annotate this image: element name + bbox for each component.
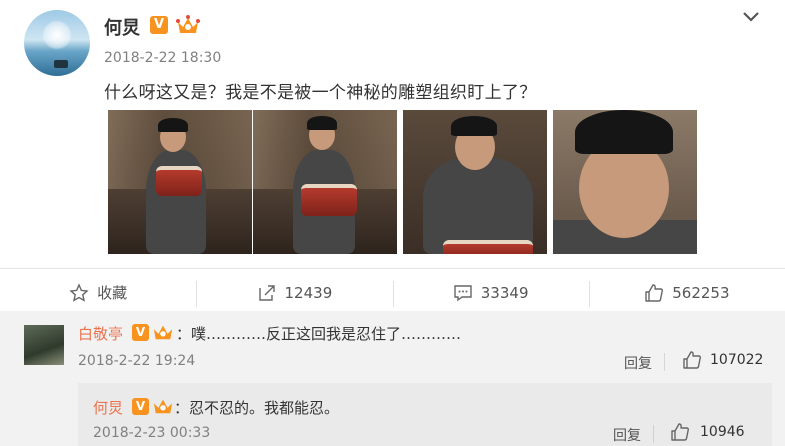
post-timestamp[interactable]: 2018-2-22 18:30 — [104, 50, 221, 66]
comment-count: 33349 — [480, 283, 529, 302]
repost-button[interactable]: 12439 — [196, 269, 392, 316]
thumbs-up-icon — [683, 351, 701, 369]
post-image-1[interactable] — [108, 110, 252, 254]
reply-like-button[interactable]: 10946 — [670, 422, 745, 442]
post-image-4[interactable] — [553, 110, 697, 254]
comment-text: ：噗…………反正这回我是忍住了………… — [176, 325, 462, 343]
reply-reply-button[interactable]: 回复 — [613, 425, 641, 445]
author-name[interactable]: 何炅 — [104, 14, 140, 40]
comment-like-count: 107022 — [710, 352, 764, 368]
reply-timestamp: 2018-2-23 00:33 — [93, 425, 211, 441]
comment-button[interactable]: 33349 — [392, 269, 589, 316]
thumbs-up-icon — [671, 423, 689, 441]
favorite-button[interactable]: 收藏 — [0, 269, 196, 316]
commenter-name[interactable]: 白敬亭 — [78, 323, 123, 344]
post-image-3[interactable] — [403, 110, 547, 254]
author-avatar[interactable] — [24, 10, 90, 76]
repost-count: 12439 — [284, 283, 333, 302]
like-count: 562253 — [672, 283, 730, 302]
crown-icon — [153, 325, 173, 340]
share-icon — [258, 284, 275, 301]
nested-reply: 何炅 V ：忍不忍的。我都能忍。 2018-2-23 00:33 回复 1094… — [78, 383, 772, 446]
favorite-label: 收藏 — [97, 284, 128, 302]
comment-like-button[interactable]: 107022 — [682, 350, 763, 370]
comment-icon — [454, 284, 472, 301]
thumbs-up-icon — [645, 283, 664, 302]
action-bar: 收藏 12439 33349 562253 — [0, 268, 785, 316]
verified-icon: V — [132, 324, 149, 341]
reply-like-count: 10946 — [700, 424, 745, 440]
comment-timestamp: 2018-2-22 19:24 — [78, 353, 196, 369]
star-icon — [69, 282, 89, 302]
post-image-2[interactable] — [253, 110, 397, 254]
comment-reply-button[interactable]: 回复 — [624, 353, 652, 373]
commenter-avatar[interactable] — [24, 325, 64, 365]
like-button[interactable]: 562253 — [588, 269, 785, 316]
post-text: 什么呀这又是？我是不是被一个神秘的雕塑组织盯上了？ — [104, 83, 537, 103]
avatar-sun — [42, 20, 72, 50]
reply-text: ：忍不忍的。我都能忍。 — [174, 399, 340, 417]
divider — [653, 425, 654, 443]
chevron-down-icon[interactable] — [742, 10, 760, 24]
crown-icon — [176, 15, 200, 33]
avatar-boat — [54, 60, 68, 68]
divider — [664, 353, 665, 371]
verified-icon: V — [132, 398, 149, 415]
comment-section: 白敬亭 V ：噗…………反正这回我是忍住了………… 2018-2-22 19:2… — [0, 311, 785, 446]
verified-icon: V — [150, 16, 168, 34]
crown-icon — [153, 399, 173, 414]
reply-author-name[interactable]: 何炅 — [93, 397, 123, 418]
